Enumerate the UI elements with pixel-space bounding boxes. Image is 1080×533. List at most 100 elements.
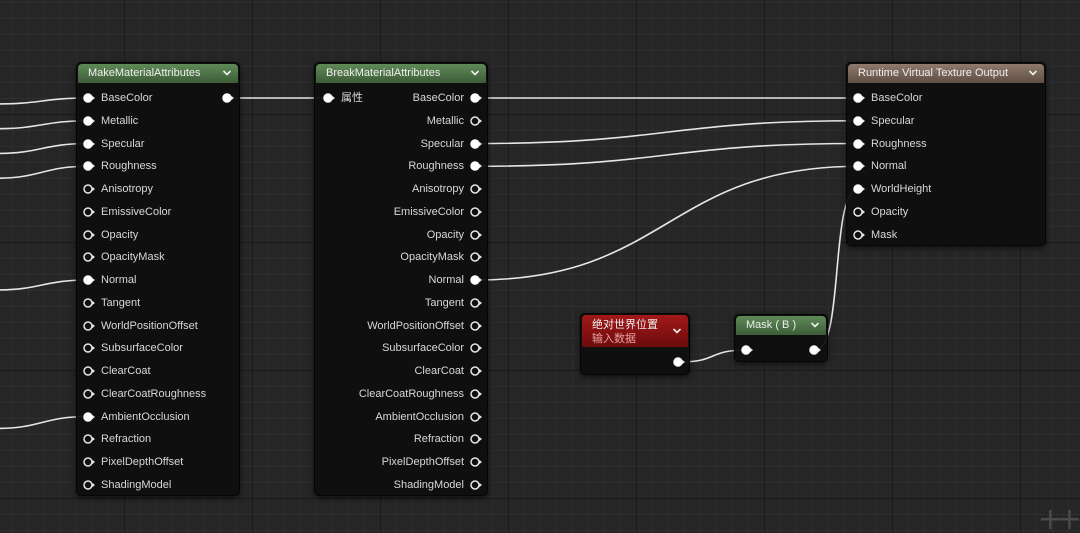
pin-icon[interactable]: [83, 138, 95, 149]
node-header[interactable]: Runtime Virtual Texture Output: [848, 64, 1044, 83]
pin-icon[interactable]: [470, 411, 482, 422]
chevron-down-icon[interactable]: [222, 68, 232, 78]
input-pin-row-roughness[interactable]: Roughness: [853, 136, 927, 152]
pin-icon[interactable]: [83, 298, 95, 308]
pin-icon[interactable]: [470, 434, 482, 444]
input-pin-row-shadingmodel[interactable]: ShadingModel: [83, 477, 171, 493]
connection-wire[interactable]: [475, 142, 860, 168]
output-pin-row-subsurfacecolor[interactable]: SubsurfaceColor: [315, 340, 482, 356]
pin-icon[interactable]: [470, 116, 482, 126]
pin-icon[interactable]: [83, 275, 95, 285]
pin-icon[interactable]: [853, 116, 865, 126]
input-pin-row-pixeldepthoffset[interactable]: PixelDepthOffset: [83, 454, 183, 470]
output-pin-row-shadingmodel[interactable]: ShadingModel: [315, 477, 482, 493]
output-pin-row-anisotropy[interactable]: Anisotropy: [315, 181, 482, 197]
input-pin-row-opacitymask[interactable]: OpacityMask: [83, 249, 165, 265]
input-pin-row-mask[interactable]: Mask: [853, 227, 897, 243]
node-header[interactable]: 绝对世界位置 输入数据: [582, 315, 688, 347]
pin-icon[interactable]: [83, 411, 95, 422]
pin-icon[interactable]: [470, 366, 482, 376]
pin-icon[interactable]: [853, 138, 865, 149]
pin-icon[interactable]: [83, 434, 95, 444]
node-header[interactable]: MakeMaterialAttributes: [78, 64, 238, 83]
input-pin-row-tangent[interactable]: Tangent: [83, 295, 140, 311]
output-pin-row-normal[interactable]: Normal: [315, 272, 482, 288]
output-pin-row-opacity[interactable]: Opacity: [315, 227, 482, 243]
pin-icon[interactable]: [83, 457, 95, 467]
chevron-down-icon[interactable]: [1028, 68, 1038, 78]
pin-icon[interactable]: [853, 161, 865, 171]
pin-icon[interactable]: [83, 229, 95, 240]
output-pin-row-metallic[interactable]: Metallic: [315, 113, 482, 129]
pin-icon[interactable]: [470, 252, 482, 262]
input-pin-row-basecolor[interactable]: BaseColor: [853, 90, 922, 106]
pin-icon[interactable]: [470, 389, 482, 399]
input-pin-row-worldpositionoffset[interactable]: WorldPositionOffset: [83, 318, 198, 334]
output-pin-row-basecolor[interactable]: BaseColor: [315, 90, 482, 106]
input-pin-row-opacity[interactable]: Opacity: [853, 204, 908, 220]
input-pin-row-emissivecolor[interactable]: EmissiveColor: [83, 204, 171, 220]
input-pin-row-refraction[interactable]: Refraction: [83, 431, 151, 447]
make-material-attributes-node[interactable]: MakeMaterialAttributes BaseColor Metallic…: [76, 62, 240, 496]
input-pin-row-metallic[interactable]: Metallic: [83, 113, 138, 129]
pin-icon[interactable]: [83, 366, 95, 376]
pin-icon[interactable]: [470, 457, 482, 467]
pin-icon[interactable]: [853, 229, 865, 240]
output-pin-row-specular[interactable]: Specular: [315, 136, 482, 152]
mask-output-pin[interactable]: [735, 342, 821, 358]
input-pin-row-clearcoatroughness[interactable]: ClearCoatRoughness: [83, 386, 206, 402]
pin-icon[interactable]: [470, 207, 482, 217]
pin-icon[interactable]: [470, 161, 482, 171]
pin-icon[interactable]: [83, 207, 95, 217]
input-pin-row-normal[interactable]: Normal: [853, 158, 906, 174]
input-pin-row-subsurfacecolor[interactable]: SubsurfaceColor: [83, 340, 183, 356]
output-pin-row-pixeldepthoffset[interactable]: PixelDepthOffset: [315, 454, 482, 470]
pin-icon[interactable]: [83, 116, 95, 126]
input-pin-row-clearcoat[interactable]: ClearCoat: [83, 363, 151, 379]
input-pin-row-normal[interactable]: Normal: [83, 272, 136, 288]
worldpos-output-pin[interactable]: [581, 354, 685, 370]
pin-icon[interactable]: [83, 343, 95, 353]
input-pin-row-anisotropy[interactable]: Anisotropy: [83, 181, 153, 197]
output-pin-row-refraction[interactable]: Refraction: [315, 431, 482, 447]
node-header[interactable]: BreakMaterialAttributes: [316, 64, 486, 83]
pin-icon[interactable]: [222, 93, 234, 103]
pin-icon[interactable]: [470, 320, 482, 331]
pin-icon[interactable]: [470, 298, 482, 308]
pin-icon[interactable]: [853, 184, 865, 194]
pin-icon[interactable]: [470, 138, 482, 149]
chevron-down-icon[interactable]: [810, 320, 820, 330]
pin-icon[interactable]: [83, 320, 95, 331]
connection-wire[interactable]: [475, 165, 860, 281]
input-pin-row-roughness[interactable]: Roughness: [83, 158, 157, 174]
output-pin-row-roughness[interactable]: Roughness: [315, 158, 482, 174]
chevron-down-icon[interactable]: [470, 68, 480, 78]
output-pin-row-clearcoat[interactable]: ClearCoat: [315, 363, 482, 379]
pin-icon[interactable]: [673, 357, 685, 367]
input-pin-row-worldheight[interactable]: WorldHeight: [853, 181, 931, 197]
pin-icon[interactable]: [83, 389, 95, 399]
connection-wire[interactable]: [475, 119, 860, 145]
pin-icon[interactable]: [470, 343, 482, 353]
pin-icon[interactable]: [470, 480, 482, 490]
component-mask-node[interactable]: Mask ( B ): [734, 314, 828, 362]
pin-icon[interactable]: [470, 275, 482, 285]
pin-icon[interactable]: [83, 161, 95, 171]
output-pin-row-worldpositionoffset[interactable]: WorldPositionOffset: [315, 318, 482, 334]
output-pin-row-clearcoatroughness[interactable]: ClearCoatRoughness: [315, 386, 482, 402]
pin-icon[interactable]: [83, 184, 95, 194]
runtime-virtual-texture-output-node[interactable]: Runtime Virtual Texture Output BaseColor…: [846, 62, 1046, 246]
break-material-attributes-node[interactable]: BreakMaterialAttributes 属性 BaseColor Meta…: [314, 62, 488, 496]
output-pin-row-opacitymask[interactable]: OpacityMask: [315, 249, 482, 265]
pin-icon[interactable]: [853, 207, 865, 217]
pin-icon[interactable]: [83, 252, 95, 262]
chevron-down-icon[interactable]: [672, 326, 682, 336]
output-pin-row-ambientocclusion[interactable]: AmbientOcclusion: [315, 409, 482, 425]
output-pin-row-tangent[interactable]: Tangent: [315, 295, 482, 311]
pin-icon[interactable]: [470, 93, 482, 103]
input-pin-row-specular[interactable]: Specular: [83, 136, 144, 152]
pin-icon[interactable]: [83, 480, 95, 490]
pin-icon[interactable]: [809, 345, 821, 355]
pin-icon[interactable]: [470, 184, 482, 194]
pin-icon[interactable]: [470, 229, 482, 240]
